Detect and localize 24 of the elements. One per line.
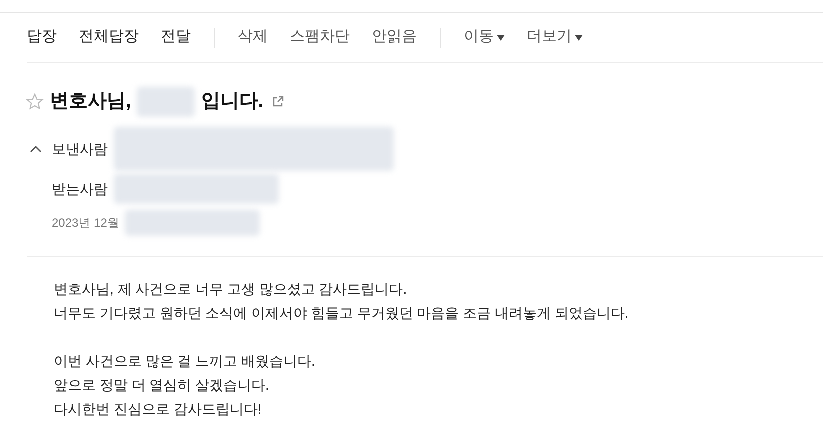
toolbar-button[interactable]: 안읽음 — [372, 26, 417, 49]
caret-icon — [497, 34, 505, 40]
body-text: 너무도 기다렸고 원하던 소식에 이제서야 힘들고 무거웠던 마음을 조금 내려놓게 되었습니다. — [54, 304, 630, 323]
toolbar-button[interactable]: 전달 — [161, 26, 191, 49]
body-text: 이번 사건으로 많은 걸 느끼고 배웠습니다. — [54, 352, 316, 371]
toolbar-button[interactable]: 삭제 — [238, 26, 268, 49]
subject-text: 변호사님, — [50, 90, 132, 114]
chevron-up-icon[interactable] — [30, 145, 42, 153]
toolbar-button[interactable]: 스팸차단 — [290, 26, 350, 49]
toolbar-button[interactable]: 답장 — [27, 26, 57, 49]
toolbar-button[interactable]: 전체답장 — [79, 26, 139, 49]
redacted-area — [137, 87, 196, 117]
sender-label: 보낸사람 — [52, 140, 108, 158]
toolbar-button[interactable]: 이동 — [464, 26, 505, 49]
toolbar-button[interactable]: 더보기 — [527, 26, 583, 49]
external-link-icon[interactable] — [272, 96, 284, 108]
subject-text: 입니다. — [201, 90, 264, 114]
body-text: 앞으로 정말 더 열심히 살겠습니다. — [54, 376, 270, 395]
caret-icon — [575, 34, 583, 40]
recipient-label: 받는사람 — [52, 180, 108, 198]
body-text: 변호사님, 제 사건으로 너무 고생 많으셨고 감사드립니다. — [54, 280, 408, 299]
star-icon[interactable] — [26, 93, 44, 111]
date-text: 2023년 12월 — [52, 215, 120, 232]
body-text: 다시한번 진심으로 감사드립니다! — [54, 400, 263, 419]
